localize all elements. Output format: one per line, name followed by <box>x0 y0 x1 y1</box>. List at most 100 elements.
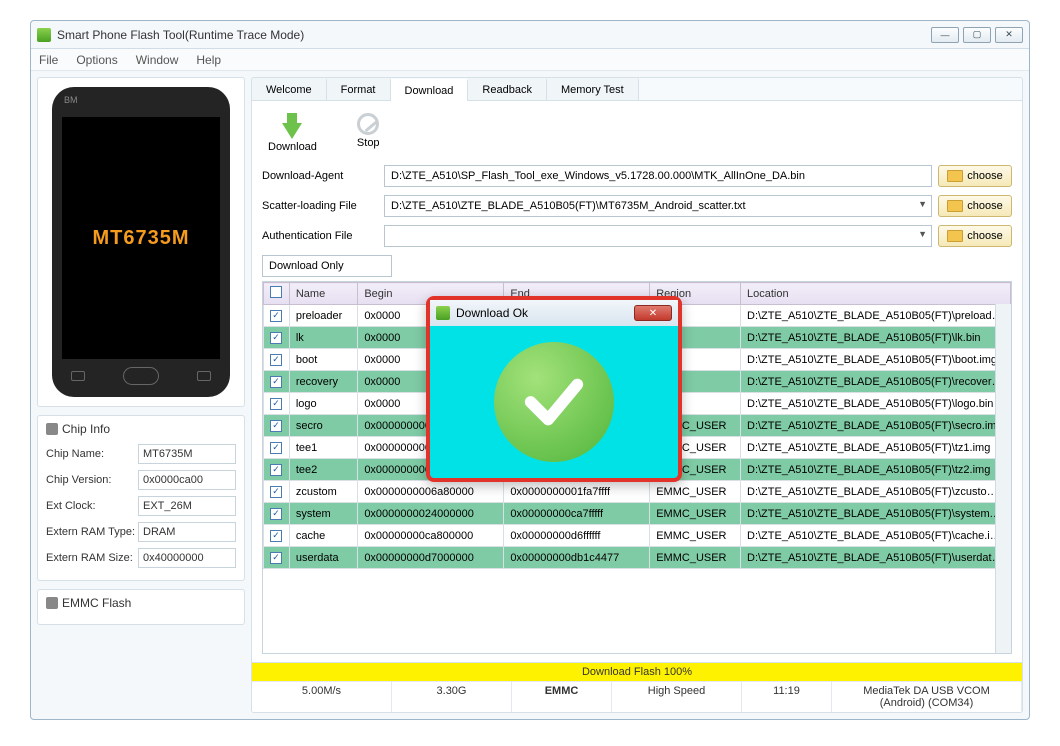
choose-scatter-button[interactable]: choose <box>938 195 1012 217</box>
status-speed: 5.00M/s <box>252 682 392 712</box>
header-checkbox[interactable] <box>270 286 282 298</box>
app-icon <box>37 28 51 42</box>
row-checkbox[interactable]: ✓ <box>270 420 282 432</box>
row-checkbox[interactable]: ✓ <box>270 332 282 344</box>
row-checkbox[interactable]: ✓ <box>270 398 282 410</box>
row-checkbox[interactable]: ✓ <box>270 354 282 366</box>
cell-region: EMMC_USER <box>650 481 741 503</box>
stop-button[interactable]: Stop <box>357 113 380 153</box>
row-checkbox[interactable]: ✓ <box>270 310 282 322</box>
emmc-panel: EMMC Flash <box>37 589 245 625</box>
status-port: MediaTek DA USB VCOM (Android) (COM34) <box>832 682 1022 712</box>
ram-size-value: 0x40000000 <box>138 548 236 568</box>
window-title: Smart Phone Flash Tool(Runtime Trace Mod… <box>57 28 304 42</box>
auth-file-input[interactable] <box>384 225 932 247</box>
scatter-file-input[interactable]: D:\ZTE_A510\ZTE_BLADE_A510B05(FT)\MT6735… <box>384 195 932 217</box>
close-button[interactable]: ✕ <box>995 27 1023 43</box>
cell-name: logo <box>289 393 357 415</box>
stop-icon <box>357 113 379 135</box>
cell-location: D:\ZTE_A510\ZTE_BLADE_A510B05(FT)\boot.i… <box>741 349 1011 371</box>
scatter-file-label: Scatter-loading File <box>262 200 378 212</box>
row-checkbox[interactable]: ✓ <box>270 376 282 388</box>
table-row[interactable]: ✓zcustom0x0000000006a800000x0000000001fa… <box>264 481 1011 503</box>
row-checkbox[interactable]: ✓ <box>270 486 282 498</box>
ram-type-value: DRAM <box>138 522 236 542</box>
choose-auth-button[interactable]: choose <box>938 225 1012 247</box>
phone-screen: MT6735M <box>62 117 220 359</box>
download-button[interactable]: Download <box>268 113 317 153</box>
dialog-close-button[interactable]: ✕ <box>634 305 672 321</box>
chip-info-panel: Chip Info Chip Name:MT6735M Chip Version… <box>37 415 245 581</box>
cell-name: zcustom <box>289 481 357 503</box>
table-row[interactable]: ✓userdata0x00000000d70000000x00000000db1… <box>264 547 1011 569</box>
table-row[interactable]: ✓ system0x00000000240000000x00000000ca7ff… <box>264 503 1011 525</box>
softkey-home-icon <box>123 367 159 385</box>
maximize-button[interactable]: ▢ <box>963 27 991 43</box>
cell-end: 0x0000000001fa7ffff <box>504 481 650 503</box>
success-check-icon <box>494 342 614 462</box>
auth-file-label: Authentication File <box>262 230 378 242</box>
tab-memory-test[interactable]: Memory Test <box>547 78 639 100</box>
download-button-label: Download <box>268 141 317 153</box>
row-checkbox[interactable]: ✓ <box>270 552 282 564</box>
row-checkbox[interactable]: ✓ <box>270 508 282 520</box>
cell-region: EMMC_USER <box>650 547 741 569</box>
tab-format[interactable]: Format <box>327 78 391 100</box>
cell-location: D:\ZTE_A510\ZTE_BLADE_A510B05(FT)\userda… <box>741 547 1011 569</box>
choose-da-button[interactable]: choose <box>938 165 1012 187</box>
cell-location: D:\ZTE_A510\ZTE_BLADE_A510B05(FT)\tz1.im… <box>741 437 1011 459</box>
tab-welcome[interactable]: Welcome <box>252 78 327 100</box>
titlebar: Smart Phone Flash Tool(Runtime Trace Mod… <box>31 21 1029 49</box>
cell-location: D:\ZTE_A510\ZTE_BLADE_A510B05(FT)\secro.… <box>741 415 1011 437</box>
cell-name: boot <box>289 349 357 371</box>
menu-file[interactable]: File <box>39 53 58 67</box>
cell-location: D:\ZTE_A510\ZTE_BLADE_A510B05(FT)\cache.… <box>741 525 1011 547</box>
cell-location: D:\ZTE_A510\ZTE_BLADE_A510B05(FT)\system… <box>741 503 1011 525</box>
download-arrow-icon <box>282 123 302 139</box>
row-checkbox[interactable]: ✓ <box>270 442 282 454</box>
cell-region: EMMC_USER <box>650 503 741 525</box>
status-time: 11:19 <box>742 682 832 712</box>
cell-location: D:\ZTE_A510\ZTE_BLADE_A510B05(FT)\preloa… <box>741 305 1011 327</box>
cell-name: secro <box>289 415 357 437</box>
chip-version-label: Chip Version: <box>46 474 138 486</box>
table-row[interactable]: ✓cache0x00000000ca8000000x00000000d6ffff… <box>264 525 1011 547</box>
cell-location: D:\ZTE_A510\ZTE_BLADE_A510B05(FT)\recove… <box>741 371 1011 393</box>
cell-name: system <box>289 503 357 525</box>
cell-region: EMMC_USER <box>650 525 741 547</box>
cell-name: userdata <box>289 547 357 569</box>
menu-options[interactable]: Options <box>76 53 117 67</box>
table-scrollbar[interactable] <box>995 304 1011 653</box>
device-preview: MT6735M <box>37 77 245 407</box>
download-agent-label: Download-Agent <box>262 170 378 182</box>
cell-name: recovery <box>289 371 357 393</box>
cell-end: 0x00000000ca7fffff <box>504 503 650 525</box>
cell-begin: 0x0000000024000000 <box>358 503 504 525</box>
menu-help[interactable]: Help <box>196 53 221 67</box>
cell-name: lk <box>289 327 357 349</box>
ext-clock-label: Ext Clock: <box>46 500 138 512</box>
menu-window[interactable]: Window <box>136 53 179 67</box>
cell-location: D:\ZTE_A510\ZTE_BLADE_A510B05(FT)\lk.bin <box>741 327 1011 349</box>
col-location[interactable]: Location <box>741 283 1011 305</box>
cell-location: D:\ZTE_A510\ZTE_BLADE_A510B05(FT)\logo.b… <box>741 393 1011 415</box>
cell-end: 0x00000000d6ffffff <box>504 525 650 547</box>
chip-name-value: MT6735M <box>138 444 236 464</box>
ram-size-label: Extern RAM Size: <box>46 552 138 564</box>
chip-info-title: Chip Info <box>46 422 236 436</box>
phone-frame: MT6735M <box>52 87 230 397</box>
row-checkbox[interactable]: ✓ <box>270 530 282 542</box>
ram-type-label: Extern RAM Type: <box>46 526 138 538</box>
col-name[interactable]: Name <box>289 283 357 305</box>
softkey-menu-icon <box>197 371 211 381</box>
download-ok-dialog: Download Ok ✕ <box>426 296 682 482</box>
cell-name: tee1 <box>289 437 357 459</box>
row-checkbox[interactable]: ✓ <box>270 464 282 476</box>
tab-download[interactable]: Download <box>391 79 469 101</box>
download-mode-select[interactable]: Download Only <box>262 255 392 277</box>
status-size: 3.30G <box>392 682 512 712</box>
tab-readback[interactable]: Readback <box>468 78 547 100</box>
minimize-button[interactable]: — <box>931 27 959 43</box>
download-agent-input[interactable]: D:\ZTE_A510\SP_Flash_Tool_exe_Windows_v5… <box>384 165 932 187</box>
dialog-icon <box>436 306 450 320</box>
